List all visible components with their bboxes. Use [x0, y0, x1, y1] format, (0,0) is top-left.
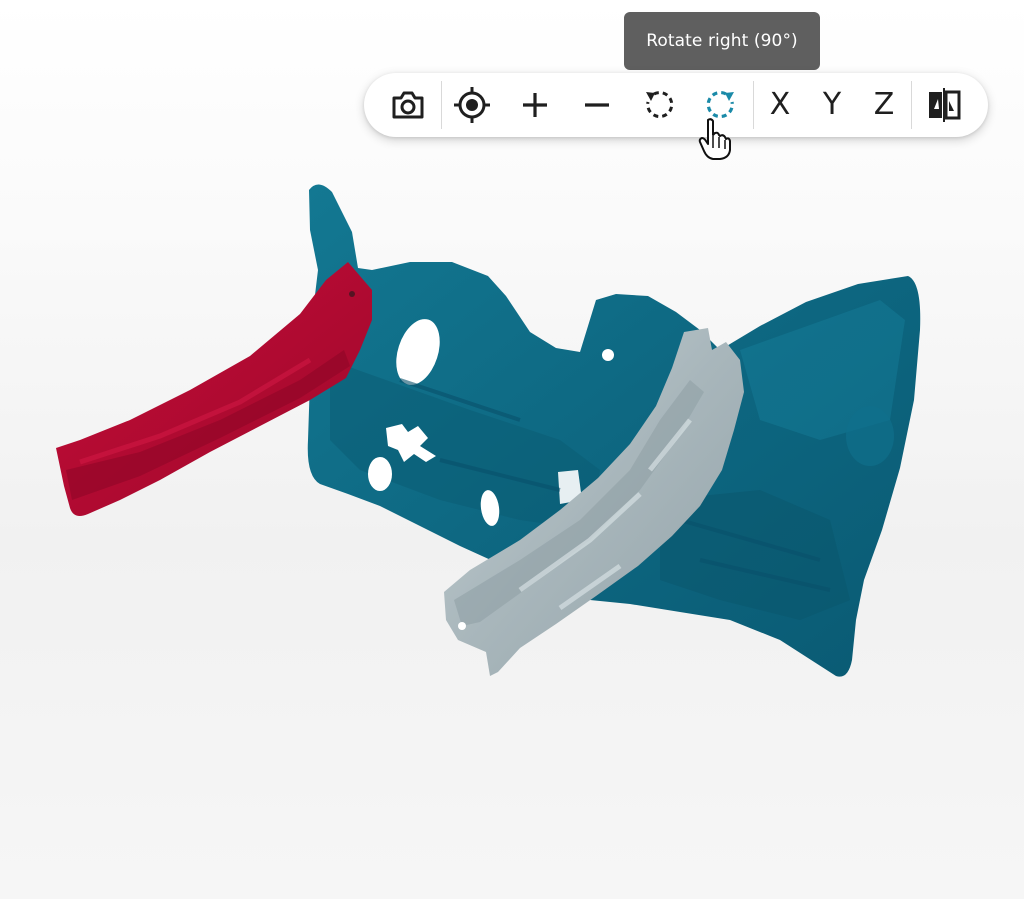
crosshair-target-icon [453, 86, 491, 124]
toolbar-separator [753, 81, 754, 129]
split-compare-icon [926, 87, 962, 123]
axis-y-button[interactable]: Y [812, 85, 852, 125]
axis-z-button[interactable]: Z [864, 85, 904, 125]
main-panel-part[interactable] [307, 184, 921, 677]
zoom-out-button[interactable] [577, 85, 617, 125]
plus-icon [520, 90, 550, 120]
axis-x-label: X [769, 87, 791, 122]
rotate-left-button[interactable] [639, 85, 679, 125]
hand-pointer-cursor [698, 118, 731, 160]
screenshot-button[interactable] [388, 85, 428, 125]
axis-z-label: Z [873, 87, 895, 122]
tooltip-rotate-right: Rotate right (90°) [624, 12, 820, 70]
toolbar-separator [911, 81, 912, 129]
rotate-right-icon [704, 88, 738, 122]
center-view-button[interactable] [452, 85, 492, 125]
toolbar-separator [441, 81, 442, 129]
viewer-toolbar: X Y Z [364, 73, 988, 137]
minus-icon [582, 90, 612, 120]
axis-x-button[interactable]: X [760, 85, 800, 125]
camera-icon [390, 89, 426, 121]
tooltip-text: Rotate right (90°) [646, 31, 798, 51]
axis-y-label: Y [822, 87, 842, 122]
zoom-in-button[interactable] [515, 85, 555, 125]
compare-button[interactable] [924, 85, 964, 125]
rotate-left-icon [642, 88, 676, 122]
3d-viewport[interactable]: Rotate right (90°) X Y Z [0, 0, 1024, 899]
